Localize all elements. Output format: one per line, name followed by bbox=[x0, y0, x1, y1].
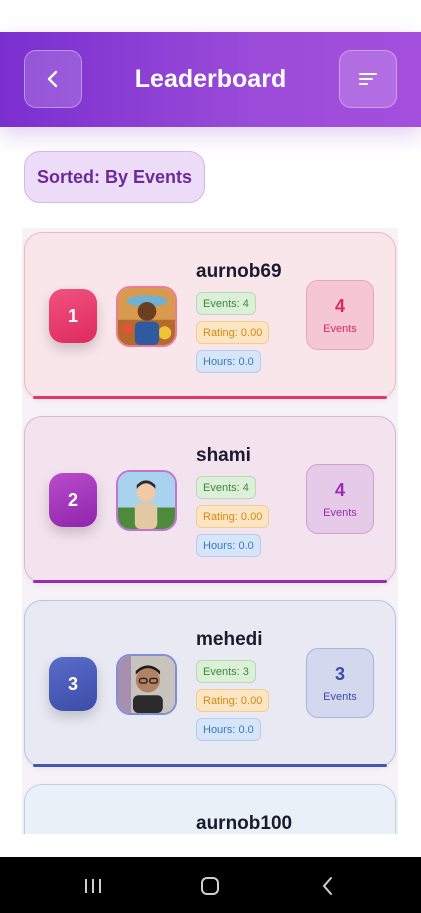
leaderboard-card[interactable]: 1 aurnob69 Events: 4 Rating: 0.00 Hours:… bbox=[24, 232, 396, 399]
avatar-image bbox=[118, 472, 175, 529]
hours-pill: Hours: 0.0 bbox=[196, 350, 261, 373]
event-count: 4 bbox=[334, 295, 345, 316]
card-accent bbox=[33, 396, 387, 399]
rank-badge: 2 bbox=[49, 473, 97, 527]
card-accent bbox=[33, 764, 387, 767]
event-count-label: Events bbox=[323, 506, 357, 519]
leaderboard-card[interactable]: 2 shami Events: 4 Rating: 0.00 Hours: 0.… bbox=[24, 416, 396, 583]
rating-pill: Rating: 0.00 bbox=[196, 505, 270, 528]
event-count-box: 4 Events bbox=[306, 464, 374, 534]
hours-pill: Hours: 0.0 bbox=[196, 534, 261, 557]
events-pill: Events: 4 bbox=[196, 476, 256, 499]
back-icon bbox=[322, 877, 332, 895]
sort-button[interactable] bbox=[339, 50, 397, 108]
rank-badge: 3 bbox=[49, 657, 97, 711]
card-accent bbox=[33, 580, 387, 583]
hours-pill: Hours: 0.0 bbox=[196, 718, 261, 741]
rating-pill: Rating: 0.00 bbox=[196, 689, 270, 712]
leaderboard-list[interactable]: 1 aurnob69 Events: 4 Rating: 0.00 Hours:… bbox=[22, 228, 398, 834]
user-name: mehedi bbox=[196, 629, 263, 650]
event-count: 3 bbox=[334, 663, 345, 684]
rank-badge: 1 bbox=[49, 289, 97, 343]
event-count: 4 bbox=[334, 479, 345, 500]
sort-status-chip[interactable]: Sorted: By Events bbox=[24, 151, 205, 203]
event-count-box: 3 Events bbox=[306, 648, 374, 718]
event-count-label: Events bbox=[323, 690, 357, 703]
avatar bbox=[116, 286, 177, 347]
leaderboard-card[interactable]: aurnob100 bbox=[24, 784, 396, 834]
recents-icon bbox=[85, 879, 101, 893]
system-back-button[interactable] bbox=[313, 871, 343, 901]
recents-button[interactable] bbox=[78, 871, 108, 901]
avatar bbox=[116, 470, 177, 531]
app-header: Leaderboard bbox=[0, 32, 421, 127]
events-pill: Events: 4 bbox=[196, 292, 256, 315]
user-name: aurnob69 bbox=[196, 261, 282, 282]
avatar bbox=[116, 654, 177, 715]
user-name: aurnob100 bbox=[196, 813, 293, 834]
system-nav-bar bbox=[0, 857, 421, 913]
avatar-image bbox=[118, 656, 175, 713]
user-name: shami bbox=[196, 445, 251, 466]
sort-icon bbox=[359, 73, 377, 85]
home-icon bbox=[201, 877, 219, 895]
leaderboard-card[interactable]: 3 mehedi Events: 3 Rating: 0.00 Hours: 0… bbox=[24, 600, 396, 767]
rating-pill: Rating: 0.00 bbox=[196, 321, 270, 344]
home-button[interactable] bbox=[195, 871, 225, 901]
avatar-image bbox=[118, 288, 175, 345]
event-count-box: 4 Events bbox=[306, 280, 374, 350]
events-pill: Events: 3 bbox=[196, 660, 256, 683]
event-count-label: Events bbox=[323, 322, 357, 335]
